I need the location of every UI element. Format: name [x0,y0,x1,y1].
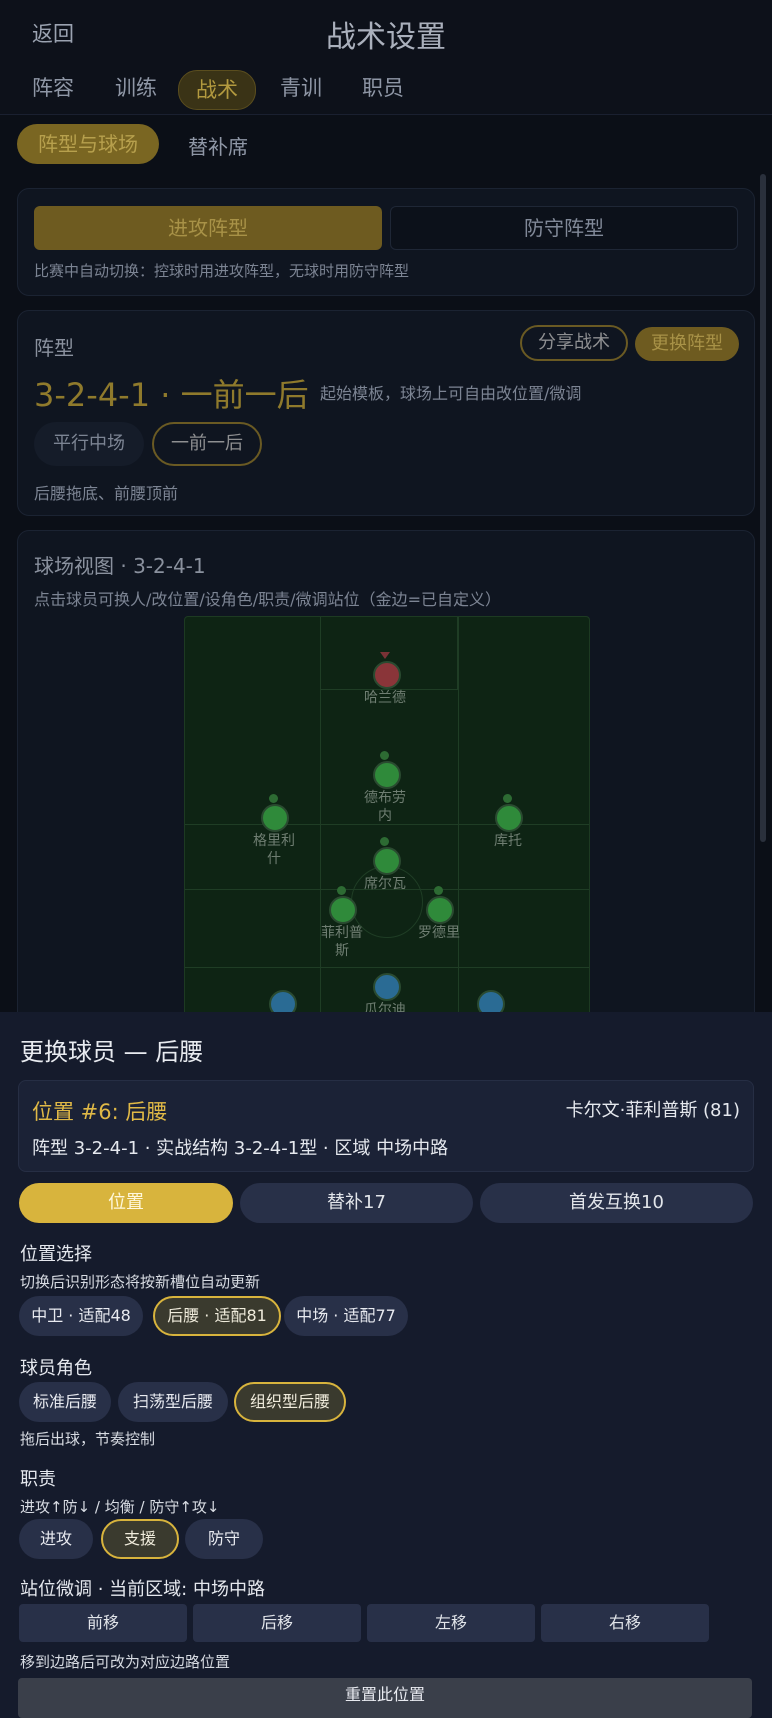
tab-lineup[interactable]: 阵容 [32,72,74,102]
pitch-line [185,967,589,968]
player-marker[interactable] [373,847,401,875]
pitch-hint: 点击球员可换人/改位置/设角色/职责/微调站位（金边=已自定义） [34,590,501,609]
position-title: 位置 #6: 后腰 [32,1100,168,1124]
duty-defend[interactable]: 防守 [185,1519,263,1559]
defense-formation-button[interactable]: 防守阵型 [390,206,738,250]
player-marker[interactable] [373,661,401,689]
page-title: 战术设置 [326,20,446,55]
position-dot [380,751,389,760]
formation-note: 后腰拖底、前腰顶前 [34,484,179,503]
player-marker[interactable] [261,804,289,832]
player-marker[interactable] [495,804,523,832]
position-dot [503,794,512,803]
position-dot [337,886,346,895]
position-select-title: 位置选择 [20,1244,92,1265]
position-option-dm[interactable]: 后腰 · 适配81 [153,1296,281,1336]
player-name: 库托 [494,833,522,849]
current-player: 卡尔文·菲利普斯 (81) [565,1100,740,1121]
segment-position[interactable]: 位置 [19,1183,233,1223]
player-marker[interactable] [373,973,401,1001]
pitch-title: 球场视图 · 3-2-4-1 [34,554,206,578]
role-description: 拖后出球，节奏控制 [20,1430,156,1448]
sheet-title: 更换球员 — 后腰 [20,1038,204,1066]
pitch-line [458,617,459,1017]
move-forward-button[interactable]: 前移 [19,1604,187,1642]
subtab-bench[interactable]: 替补席 [188,131,248,160]
role-title: 球员角色 [20,1358,92,1379]
role-playmaker-dm[interactable]: 组织型后腰 [234,1382,346,1422]
tab-staff[interactable]: 职员 [362,72,404,102]
formation-desc: 起始模板，球场上可自由改位置/微调 [320,384,582,403]
position-option-cb[interactable]: 中卫 · 适配48 [19,1296,143,1336]
position-dot [380,837,389,846]
position-dot [269,794,278,803]
player-name: 罗德里 [418,925,460,941]
edge-hint: 移到边路后可改为对应边路位置 [20,1653,231,1671]
attack-formation-button[interactable]: 进攻阵型 [34,206,382,250]
player-name: 席尔瓦 [364,876,406,892]
position-select-hint: 切换后识别形态将按新槽位自动更新 [20,1273,261,1291]
move-left-button[interactable]: 左移 [367,1604,535,1642]
duty-hint: 进攻↑防↓ / 均衡 / 防守↑攻↓ [20,1498,220,1516]
player-marker[interactable] [426,896,454,924]
role-standard-dm[interactable]: 标准后腰 [19,1382,111,1422]
player-marker[interactable] [373,761,401,789]
player-name: 德布劳 内 [364,790,406,824]
adjust-title: 站位微调 · 当前区域: 中场中路 [20,1579,265,1600]
position-option-cm[interactable]: 中场 · 适配77 [284,1296,408,1336]
mode-hint: 比赛中自动切换：控球时用进攻阵型，无球时用防守阵型 [34,262,410,280]
role-sweeper-dm[interactable]: 扫荡型后腰 [118,1382,228,1422]
formation-label: 阵型 [34,336,74,360]
player-marker[interactable] [329,896,357,924]
pitch-view: 哈兰德 德布劳 内 格里利 什 库托 席尔瓦 菲利普 斯 罗德里 瓜尔迪 [184,616,590,1018]
tab-training[interactable]: 训练 [115,72,157,102]
player-name: 格里利 什 [253,833,295,867]
move-back-button[interactable]: 后移 [193,1604,361,1642]
arrow-down-icon [380,652,390,659]
player-name: 菲利普 斯 [321,925,363,959]
duty-attack[interactable]: 进攻 [19,1519,93,1559]
change-formation-button[interactable]: 更换阵型 [635,327,739,361]
share-tactics-button[interactable]: 分享战术 [520,325,628,361]
duty-support[interactable]: 支援 [101,1519,179,1559]
duty-title: 职责 [20,1469,56,1490]
subtab-formation-pitch[interactable]: 阵型与球场 [17,124,159,164]
segment-substitutes[interactable]: 替补17 [240,1183,473,1223]
variant-flat-midfield[interactable]: 平行中场 [34,422,144,466]
tab-youth[interactable]: 青训 [280,72,322,102]
segment-swap-starters[interactable]: 首发互换10 [480,1183,753,1223]
variant-one-forward-one-back[interactable]: 一前一后 [152,422,262,466]
player-name: 哈兰德 [364,690,406,706]
reset-position-button[interactable]: 重置此位置 [18,1678,752,1718]
formation-name: 3-2-4-1 · 一前一后 [34,376,309,414]
structure-info: 阵型 3-2-4-1 · 实战结构 3-2-4-1型 · 区域 中场中路 [32,1138,449,1159]
tab-tactics[interactable]: 战术 [178,70,256,110]
move-right-button[interactable]: 右移 [541,1604,709,1642]
scrollbar[interactable] [760,174,766,842]
position-dot [434,886,443,895]
